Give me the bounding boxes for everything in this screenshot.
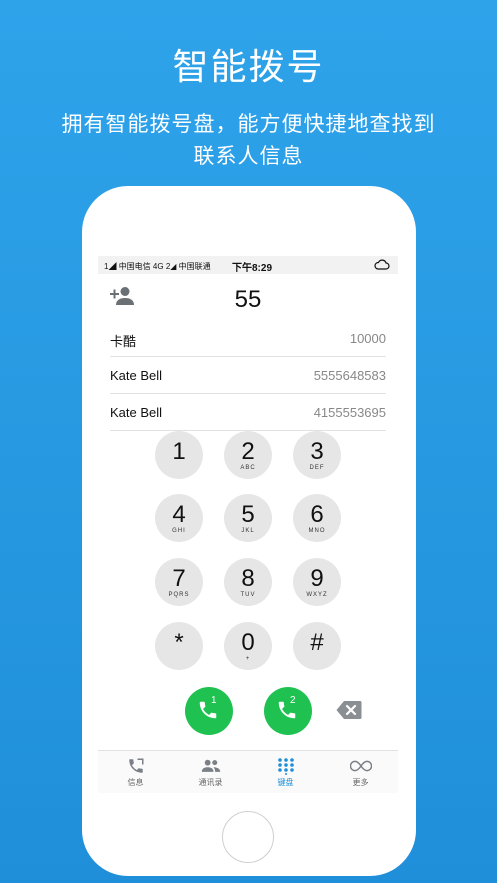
key-7[interactable]: 7 PQRS xyxy=(155,558,203,606)
subhead-line-1: 拥有智能拨号盘，能方便快捷地查找到 xyxy=(61,112,436,136)
sim1-label: 1 xyxy=(211,695,217,706)
key-1[interactable]: 1 xyxy=(155,431,203,479)
keypad-icon xyxy=(277,758,294,775)
key-2[interactable]: 2 ABC xyxy=(224,431,272,479)
key-9[interactable]: 9 WXYZ xyxy=(293,558,341,606)
key-5[interactable]: 5 JKL xyxy=(224,494,272,542)
tab-keypad[interactable]: 键盘 xyxy=(248,751,323,793)
tab-contacts[interactable]: 通讯录 xyxy=(173,751,248,793)
tab-more[interactable]: 更多 xyxy=(323,751,398,793)
key-8[interactable]: 8 TUV xyxy=(224,558,272,606)
dial-pad: 1 2 ABC 3 DEF 4 GHI 5 JKL 6 MNO 7 PQRS 8 TUV 9W… xyxy=(98,256,398,792)
key-3[interactable]: 3 DEF xyxy=(293,431,341,479)
headline: 智能拨号 xyxy=(172,47,325,88)
infinity-icon xyxy=(349,760,372,772)
tab-bar: 信息 通讯录 键盘 更多 xyxy=(98,750,398,793)
tab-label: 更多 xyxy=(352,778,369,787)
key-star[interactable]: * xyxy=(155,622,203,670)
tab-label: 通讯录 xyxy=(198,778,223,787)
tab-label: 信息 xyxy=(127,778,144,787)
subhead-line-2: 联系人信息 xyxy=(193,144,304,168)
phone-screen: 1◢ 中国电信 4G 2◢ 中国联通 下午8:29 55 卡酷 10000 Ka… xyxy=(98,256,398,793)
subhead: 拥有智能拨号盘，能方便快捷地查找到 联系人信息 xyxy=(40,108,457,172)
key-4[interactable]: 4 GHI xyxy=(155,494,203,542)
call-sim1-button[interactable]: 1 xyxy=(185,687,233,735)
home-button[interactable] xyxy=(222,811,274,863)
key-hash[interactable]: # xyxy=(293,622,341,670)
call-sim2-button[interactable]: 2 xyxy=(264,687,312,735)
contacts-icon xyxy=(201,759,220,772)
phone-log-icon xyxy=(128,758,143,773)
backspace-button[interactable] xyxy=(336,700,362,724)
sim2-label: 2 xyxy=(290,695,296,706)
key-6[interactable]: 6 MNO xyxy=(293,494,341,542)
tab-label: 键盘 xyxy=(277,778,294,787)
backspace-icon xyxy=(336,701,362,719)
tab-messages[interactable]: 信息 xyxy=(98,751,173,793)
key-0[interactable]: 0 + xyxy=(224,622,272,670)
